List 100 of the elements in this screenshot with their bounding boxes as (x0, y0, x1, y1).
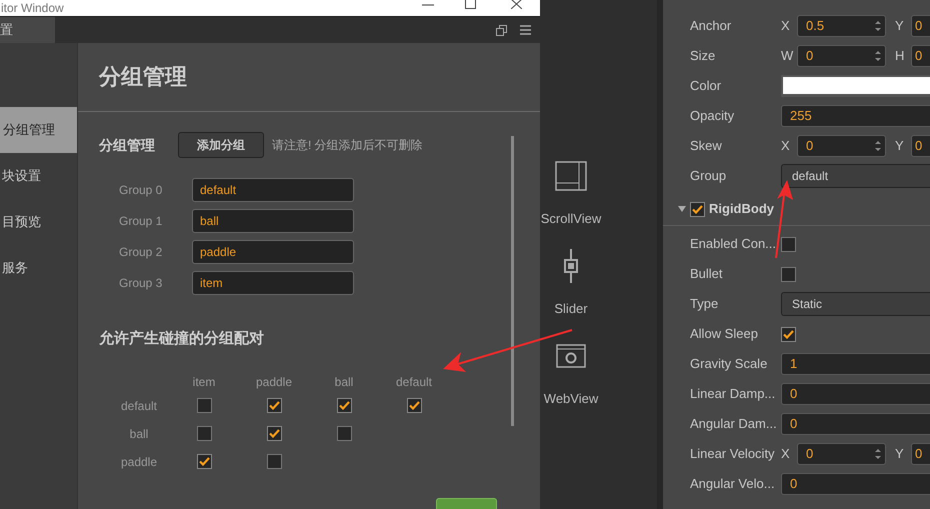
number-field[interactable]: 0 (781, 413, 930, 435)
row-header: default (120, 398, 158, 414)
browser-window-icon (556, 344, 586, 368)
checkbox[interactable] (266, 454, 282, 469)
spinner-icon (873, 138, 883, 154)
widget-label[interactable]: Slider (554, 299, 588, 318)
checkbox[interactable] (406, 398, 422, 413)
number-field[interactable]: 0 (781, 473, 930, 495)
property-label: Opacity (690, 107, 736, 126)
property-label: Group (690, 167, 728, 186)
property-label: Linear Damp... (690, 385, 776, 404)
checkbox[interactable] (266, 426, 282, 441)
group-name-field[interactable]: item (192, 271, 354, 295)
checkmark-icon (338, 401, 350, 410)
property-label: Angular Dam... (690, 415, 778, 434)
property-label: Enabled Con... (690, 235, 778, 254)
axis-label: X (781, 17, 791, 36)
checkmark-icon (408, 401, 420, 410)
group-label: Group 2 (119, 244, 164, 261)
column-header: item (192, 374, 216, 390)
checkbox[interactable] (196, 426, 212, 441)
number-field[interactable]: 0 (911, 135, 930, 157)
spinner-icon (873, 446, 883, 462)
menu-icon[interactable] (520, 25, 531, 35)
property-label: Allow Sleep (690, 325, 759, 344)
number-field[interactable]: 0 (797, 135, 886, 157)
axis-label: Y (895, 445, 905, 464)
axis-label: X (781, 137, 791, 156)
axis-label: X (781, 445, 791, 464)
property-label: Linear Velocity (690, 445, 776, 464)
color-swatch[interactable] (781, 75, 930, 97)
axis-label: Y (895, 17, 905, 36)
column-header: paddle (254, 374, 294, 390)
number-field[interactable]: 0 (911, 15, 930, 37)
scrollbar[interactable] (511, 136, 514, 426)
sidebar-item[interactable]: 块设置 (0, 153, 77, 199)
component-checkbox[interactable] (690, 202, 705, 216)
minimize-icon[interactable] (422, 4, 434, 6)
dropdown[interactable]: Static (781, 292, 930, 316)
sidebar-item[interactable]: 服务 (0, 245, 77, 291)
slider-icon (563, 249, 579, 283)
checkmark-icon (268, 401, 280, 410)
dropdown[interactable]: default (781, 164, 930, 188)
axis-label: W (781, 47, 794, 66)
page-heading: 分组管理 (99, 62, 187, 92)
expand-triangle-icon[interactable] (678, 205, 686, 213)
section-title: 分组管理 (99, 136, 155, 154)
property-label: Angular Velo... (690, 475, 776, 494)
scroll-view-icon (555, 161, 587, 191)
column-header: ball (334, 374, 354, 390)
group-name-field[interactable]: paddle (192, 240, 354, 264)
row-header: paddle (120, 454, 158, 470)
property-label: Color (690, 77, 722, 96)
group-label: Group 1 (119, 213, 164, 230)
property-label: Type (690, 295, 720, 314)
add-group-button[interactable]: 添加分组 (178, 132, 264, 158)
checkbox[interactable] (196, 398, 212, 413)
spinner-icon (873, 48, 883, 64)
maximize-icon[interactable] (465, 0, 476, 9)
section-title: 允许产生碰撞的分组配对 (98, 328, 265, 349)
number-field[interactable]: 0 (797, 45, 886, 67)
widget-label[interactable]: ScrollView (540, 209, 602, 228)
group-label: Group 3 (119, 275, 164, 292)
spinner-icon (873, 18, 883, 34)
property-label: Gravity Scale (690, 355, 768, 374)
checkbox[interactable] (781, 326, 796, 342)
checkbox[interactable] (196, 454, 212, 469)
number-field[interactable]: 0 (911, 443, 930, 465)
row-header: ball (128, 426, 150, 442)
property-label: Skew (690, 137, 723, 156)
tab[interactable]: 置 (0, 17, 55, 43)
checkbox[interactable] (781, 266, 796, 282)
group-name-field[interactable]: default (192, 178, 354, 202)
checkbox[interactable] (781, 236, 796, 252)
checkbox[interactable] (336, 426, 352, 441)
number-field[interactable]: 0 (911, 45, 930, 67)
number-field[interactable]: 0 (797, 443, 886, 465)
widget-label[interactable]: WebView (544, 389, 598, 408)
component-title: RigidBody (709, 200, 774, 218)
checkmark-icon (268, 429, 280, 438)
group-label: Group 0 (119, 182, 164, 199)
column-header: default (394, 374, 434, 390)
checkmark-icon (783, 330, 794, 338)
close-icon[interactable] (511, 0, 522, 9)
number-field[interactable]: 0 (781, 383, 930, 405)
number-field[interactable]: 1 (781, 353, 930, 375)
warning-note: 请注意! 分组添加后不可删除 (272, 137, 423, 154)
axis-label: H (895, 47, 906, 66)
group-name-field[interactable]: ball (192, 209, 354, 233)
sidebar-item[interactable]: 目预览 (0, 199, 77, 245)
property-label: Size (690, 47, 716, 66)
checkmark-icon (198, 457, 210, 466)
checkbox[interactable] (266, 398, 282, 413)
number-field[interactable]: 255 (781, 105, 930, 127)
number-field[interactable]: 0.5 (797, 15, 886, 37)
checkbox[interactable] (336, 398, 352, 413)
restore-window-icon[interactable] (496, 24, 507, 36)
axis-label: Y (895, 137, 905, 156)
property-label: Bullet (690, 265, 724, 284)
sidebar-item[interactable]: 分组管理 (0, 107, 77, 153)
